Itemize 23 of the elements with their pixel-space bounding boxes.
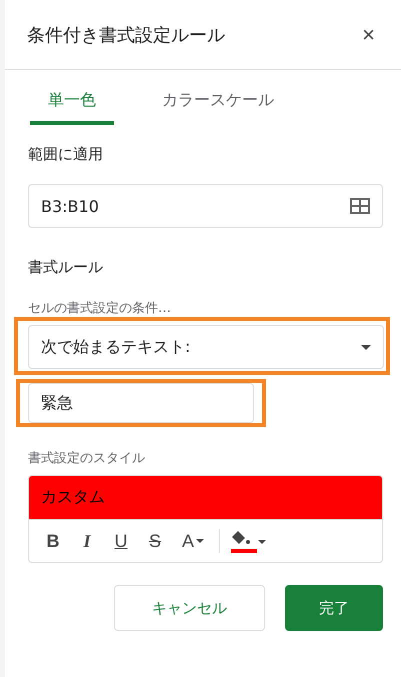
underline-button[interactable]: U	[107, 530, 135, 552]
italic-button[interactable]: I	[73, 530, 101, 552]
close-button[interactable]: ×	[358, 22, 379, 48]
tab[interactable]: カラースケール	[144, 78, 292, 125]
dropdown-caret-icon	[361, 344, 371, 350]
done-button[interactable]: 完了	[285, 585, 383, 631]
strikethrough-button[interactable]: S	[141, 530, 169, 552]
tab[interactable]: 単一色	[30, 78, 114, 125]
style-preview: カスタム	[29, 476, 382, 519]
text-color-button[interactable]: A	[175, 530, 211, 552]
section-heading: 書式ルール	[28, 258, 104, 277]
fill-color-icon[interactable]	[228, 528, 268, 554]
range-field[interactable]: B3:B10	[28, 184, 383, 228]
value-field[interactable]: 緊急	[28, 383, 254, 423]
caret-icon	[196, 539, 204, 543]
condition-label: セルの書式設定の条件…	[28, 300, 172, 317]
dialog-title: 条件付き書式設定ルール	[27, 24, 225, 46]
condition-dropdown[interactable]: 次で始まるテキスト:	[28, 325, 384, 369]
cancel-button[interactable]: キャンセル	[114, 585, 265, 631]
bold-button[interactable]: B	[39, 530, 67, 552]
style-label: 書式設定のスタイル	[28, 450, 146, 467]
section-label: 範囲に適用	[28, 145, 104, 164]
grid-icon[interactable]	[350, 198, 370, 214]
